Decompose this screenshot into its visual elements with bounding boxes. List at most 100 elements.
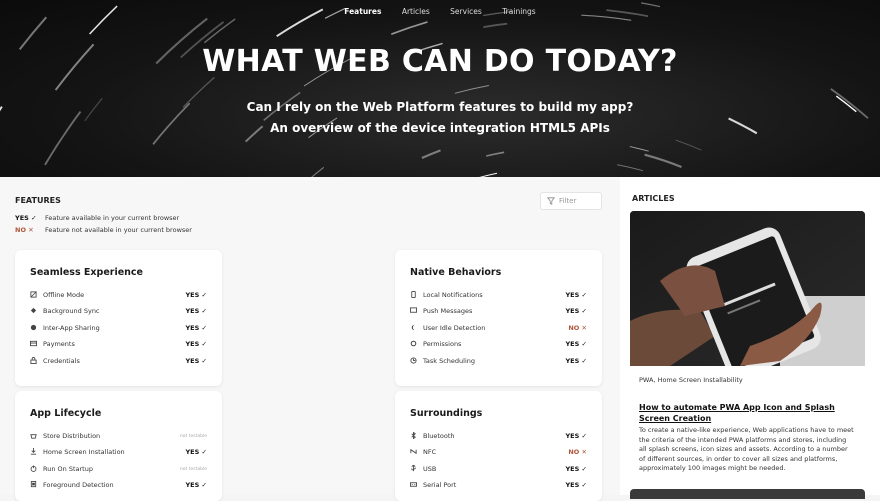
- legend-yes-mark: YES ✓: [15, 214, 37, 222]
- top-nav: Features Articles Services Trainings: [0, 7, 880, 16]
- star-trail: [421, 149, 441, 159]
- star-trail: [203, 18, 236, 44]
- clock-icon: [410, 357, 417, 364]
- feature-card: Seamless Experience Offline Mode YES ✓ Back…: [15, 250, 222, 386]
- feature-status: YES ✓: [565, 432, 587, 440]
- sync-icon: [30, 307, 37, 314]
- feature-label: Task Scheduling: [423, 356, 476, 365]
- feature-card: Native Behaviors Local Notifications YES ✓…: [395, 250, 602, 386]
- moon-icon: [410, 324, 417, 331]
- feature-row[interactable]: Store Distribution not testable: [30, 431, 207, 443]
- feature-row[interactable]: Run On Startup not testable: [30, 464, 207, 476]
- nav-features[interactable]: Features: [344, 7, 381, 16]
- feature-status: YES ✓: [185, 356, 207, 365]
- feature-label: Serial Port: [423, 481, 457, 490]
- features-title: FEATURES: [15, 196, 61, 205]
- articles-title: ARTICLES: [632, 194, 675, 203]
- feature-status: YES ✓: [185, 307, 207, 316]
- feature-status: YES ✓: [565, 481, 587, 490]
- legend-no-text: Feature not available in your current br…: [45, 226, 192, 234]
- star-trail: [617, 164, 644, 172]
- star-trail: [390, 21, 428, 35]
- feature-label: Background Sync: [43, 307, 100, 316]
- feature-row[interactable]: User Idle Detection NO ✕: [410, 323, 587, 335]
- filter-placeholder: Filter: [559, 197, 577, 205]
- article-image[interactable]: [630, 211, 865, 366]
- star-trail: [486, 151, 505, 157]
- star-trail: [483, 22, 508, 28]
- feature-status: not testable: [179, 434, 207, 439]
- feature-label: USB: [423, 464, 437, 473]
- legend-yes: YES ✓ Feature available in your current b…: [15, 214, 179, 222]
- usb-icon: [410, 464, 417, 472]
- feature-label: Inter-App Sharing: [43, 323, 100, 332]
- articles-sidebar: ARTICLES PWA, Home Screen Installability…: [620, 177, 880, 499]
- article-excerpt: To create a native-like experience, Web …: [639, 426, 854, 472]
- feature-label: Store Distribution: [43, 432, 101, 440]
- feature-card-title: Surroundings: [410, 408, 483, 419]
- feature-label: Foreground Detection: [43, 481, 114, 490]
- star-trail: [44, 111, 82, 166]
- feature-card: Surroundings Bluetooth YES ✓ NFC NO ✕ USB YES …: [395, 391, 602, 501]
- star-trail: [675, 139, 702, 151]
- feature-card: App Lifecycle Store Distribution not testa…: [15, 391, 222, 501]
- feature-status: YES ✓: [185, 323, 207, 332]
- feature-status: YES ✓: [565, 464, 587, 473]
- feature-row[interactable]: Foreground Detection YES ✓: [30, 480, 207, 492]
- feature-row[interactable]: Offline Mode YES ✓: [30, 290, 207, 302]
- feature-status: YES ✓: [565, 340, 587, 349]
- store-icon: [30, 432, 37, 439]
- hero-banner: Features Articles Services Trainings WHA…: [0, 0, 880, 177]
- feature-row[interactable]: Permissions YES ✓: [410, 339, 587, 351]
- feature-label: Run On Startup: [43, 464, 93, 473]
- nav-articles[interactable]: Articles: [402, 7, 430, 16]
- feature-row[interactable]: Serial Port YES ✓: [410, 480, 587, 492]
- feature-row[interactable]: USB YES ✓: [410, 464, 587, 476]
- feature-row[interactable]: Push Messages YES ✓: [410, 306, 587, 318]
- feature-status: YES ✓: [565, 356, 587, 365]
- feature-status: not testable: [179, 466, 207, 472]
- feature-row[interactable]: Payments YES ✓: [30, 339, 207, 351]
- feature-label: Local Notifications: [423, 291, 483, 299]
- next-article-image[interactable]: [630, 489, 865, 499]
- feature-label: Permissions: [423, 340, 462, 349]
- lock-icon: [30, 356, 37, 364]
- star-trail: [311, 166, 325, 177]
- share-icon: [30, 324, 37, 331]
- feature-label: User Idle Detection: [423, 323, 486, 332]
- serial-icon: [410, 481, 417, 488]
- feature-label: Push Messages: [423, 307, 473, 316]
- article-headline-link[interactable]: How to automate PWA App Icon and Splash …: [639, 402, 849, 424]
- hero-title: WHAT WEB CAN DO TODAY?: [202, 44, 678, 79]
- legend-yes-text: Feature available in your current browse…: [45, 214, 180, 222]
- feature-row[interactable]: Task Scheduling YES ✓: [410, 356, 587, 368]
- feature-label: NFC: [423, 448, 437, 457]
- filter-input[interactable]: Filter: [540, 192, 602, 210]
- phone-icon: [410, 291, 417, 298]
- feature-row[interactable]: Bluetooth YES ✓: [410, 431, 587, 443]
- bluetooth-icon: [410, 431, 417, 440]
- feature-status: NO ✕: [568, 448, 587, 457]
- hero-subtitle-2: An overview of the device integration HT…: [270, 121, 610, 135]
- nfc-icon: [410, 448, 417, 455]
- foreground-icon: [30, 481, 37, 488]
- article-category: PWA, Home Screen Installability: [639, 376, 743, 384]
- nav-services[interactable]: Services: [450, 7, 482, 16]
- nav-trainings[interactable]: Trainings: [502, 7, 536, 16]
- feature-status: YES ✓: [565, 307, 587, 316]
- card-icon: [30, 340, 37, 347]
- feature-card-title: Native Behaviors: [410, 267, 502, 278]
- feature-label: Offline Mode: [43, 291, 85, 299]
- filter-icon: [547, 197, 555, 205]
- feature-status: NO ✕: [568, 323, 587, 332]
- star-trail: [454, 85, 489, 94]
- feature-row[interactable]: Credentials YES ✓: [30, 356, 207, 368]
- feature-row[interactable]: NFC NO ✕: [410, 447, 587, 459]
- feature-row[interactable]: Local Notifications YES ✓: [410, 290, 587, 302]
- feature-row[interactable]: Background Sync YES ✓: [30, 306, 207, 318]
- star-trails-background: [0, 2, 869, 177]
- feature-row[interactable]: Home Screen Installation YES ✓: [30, 447, 207, 459]
- feature-status: YES ✓: [185, 481, 207, 490]
- feature-label: Credentials: [43, 356, 80, 365]
- feature-row[interactable]: Inter-App Sharing YES ✓: [30, 323, 207, 335]
